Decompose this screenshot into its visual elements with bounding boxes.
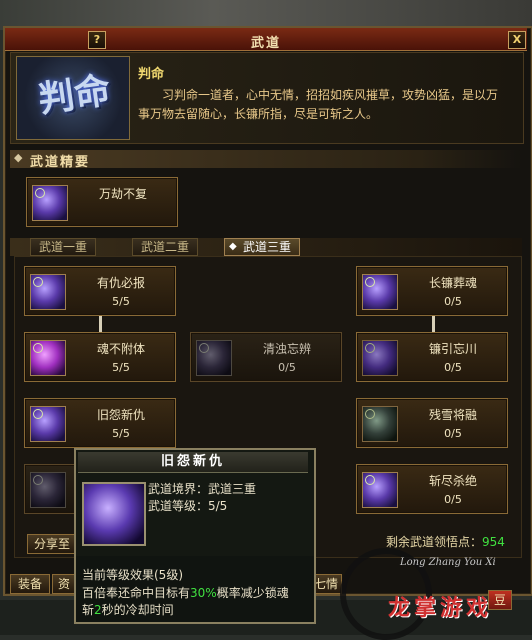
skill-level: 0/5 — [278, 361, 296, 374]
skill-slot[interactable]: 镰引忘川 0/5 — [356, 332, 508, 382]
active-diamond-icon: ◆ — [229, 241, 237, 252]
tooltip-level: 武道等级：5/5 — [148, 499, 228, 513]
close-button[interactable]: X — [508, 31, 526, 49]
skill-name: 斩尽杀绝 — [428, 474, 477, 488]
scythe-skill-icon[interactable] — [30, 274, 66, 310]
skill-name: 旧怨新仇 — [96, 408, 145, 422]
moon-skill-icon[interactable] — [30, 406, 66, 442]
skill-slot[interactable] — [24, 464, 76, 514]
skill-level: 5/5 — [112, 295, 130, 308]
scythe-skill-icon[interactable] — [30, 472, 66, 508]
window-title: 武道 — [250, 36, 281, 51]
class-name: 判命 — [138, 67, 165, 82]
watermark-signature: Long Zhang You Xi — [400, 557, 496, 568]
skill-slot[interactable]: 有仇必报 5/5 — [24, 266, 176, 316]
skill-level: 0/5 — [444, 493, 462, 506]
tree-connector — [99, 316, 102, 332]
skill-level: 0/5 — [444, 295, 462, 308]
skill-slot[interactable]: 长镰葬魂 0/5 — [356, 266, 508, 316]
essentials-title: 武道精要 — [30, 155, 91, 170]
share-button[interactable]: 分享至 — [27, 534, 77, 554]
effect-text: 斩 — [82, 603, 95, 617]
skill-name: 有仇必报 — [96, 276, 145, 290]
skill-name: 魂不附体 — [96, 342, 145, 356]
skill-level: 0/5 — [444, 361, 462, 374]
scythe-skill-icon[interactable] — [362, 274, 398, 310]
essential-skill-name: 万劫不复 — [98, 187, 147, 201]
tooltip-realm: 武道境界：武道三重 — [148, 482, 257, 496]
tooltip-current-effect: 当前等级效果(5级) — [82, 568, 183, 582]
skill-name: 长镰葬魂 — [428, 276, 477, 290]
skill-level: 0/5 — [444, 427, 462, 440]
tooltip-title: 旧怨新仇 — [78, 452, 308, 473]
class-description: 习判命一道者，心中无情，招招如疾风摧草，攻势凶猛，是以万事万物去留随心，长镰所指… — [138, 88, 499, 121]
scythe-skill-icon[interactable] — [196, 340, 232, 376]
skill-name: 镰引忘川 — [428, 342, 477, 356]
tab-tier-2[interactable]: 武道二重 — [132, 238, 199, 256]
remaining-points-value: 954 — [482, 535, 505, 549]
remaining-points-label: 剩余武道领悟点： — [386, 535, 483, 549]
effect-text: 概率减少锁魂 — [216, 586, 289, 600]
tooltip-effect-line1: 百倍奉还命中目标有30%概率减少锁魂 — [82, 584, 289, 601]
snow-skill-icon[interactable] — [362, 406, 398, 442]
tooltip-effect-line2: 斩2秒的冷却时间 — [82, 601, 174, 618]
spirit-skill-icon[interactable] — [30, 340, 66, 376]
skill-level: 5/5 — [112, 361, 130, 374]
diamond-icon: ◆ — [14, 151, 23, 164]
effect-text: 百倍奉还命中目标有 — [82, 586, 191, 600]
tab-tier-3-label: 武道三重 — [243, 240, 292, 254]
skill-level: 5/5 — [112, 427, 130, 440]
essential-skill-slot[interactable]: 万劫不复 — [26, 177, 178, 227]
vortex-skill-icon[interactable] — [32, 185, 68, 221]
help-button[interactable]: ? — [88, 31, 106, 49]
bottom-tab-resource[interactable]: 资 — [52, 574, 76, 594]
effect-highlight: 30% — [190, 586, 217, 600]
tree-connector — [432, 316, 435, 332]
skill-slot[interactable]: 清浊忘辨 0/5 — [190, 332, 342, 382]
skill-slot[interactable]: 魂不附体 5/5 — [24, 332, 176, 382]
remaining-points: 剩余武道领悟点：954 — [386, 533, 505, 550]
effect-highlight: 2 — [94, 603, 102, 617]
bottom-tab-equipment[interactable]: 装备 — [10, 574, 50, 594]
moon-skill-icon — [82, 482, 146, 546]
skill-slot[interactable]: 斩尽杀绝 0/5 — [356, 464, 508, 514]
watermark-text: 龙掌游戏 — [388, 595, 493, 621]
tab-tier-1[interactable]: 武道一重 — [30, 238, 97, 256]
skill-slot[interactable]: 旧怨新仇 5/5 — [24, 398, 176, 448]
effect-text: 秒的冷却时间 — [101, 603, 174, 617]
moon-skill-icon[interactable] — [362, 472, 398, 508]
skill-slot[interactable]: 残雪将融 0/5 — [356, 398, 508, 448]
skill-name: 残雪将融 — [428, 408, 477, 422]
skill-name: 清浊忘辨 — [262, 342, 311, 356]
spirit-skill-icon[interactable] — [362, 340, 398, 376]
tab-tier-3[interactable]: ◆ 武道三重 — [224, 238, 301, 256]
